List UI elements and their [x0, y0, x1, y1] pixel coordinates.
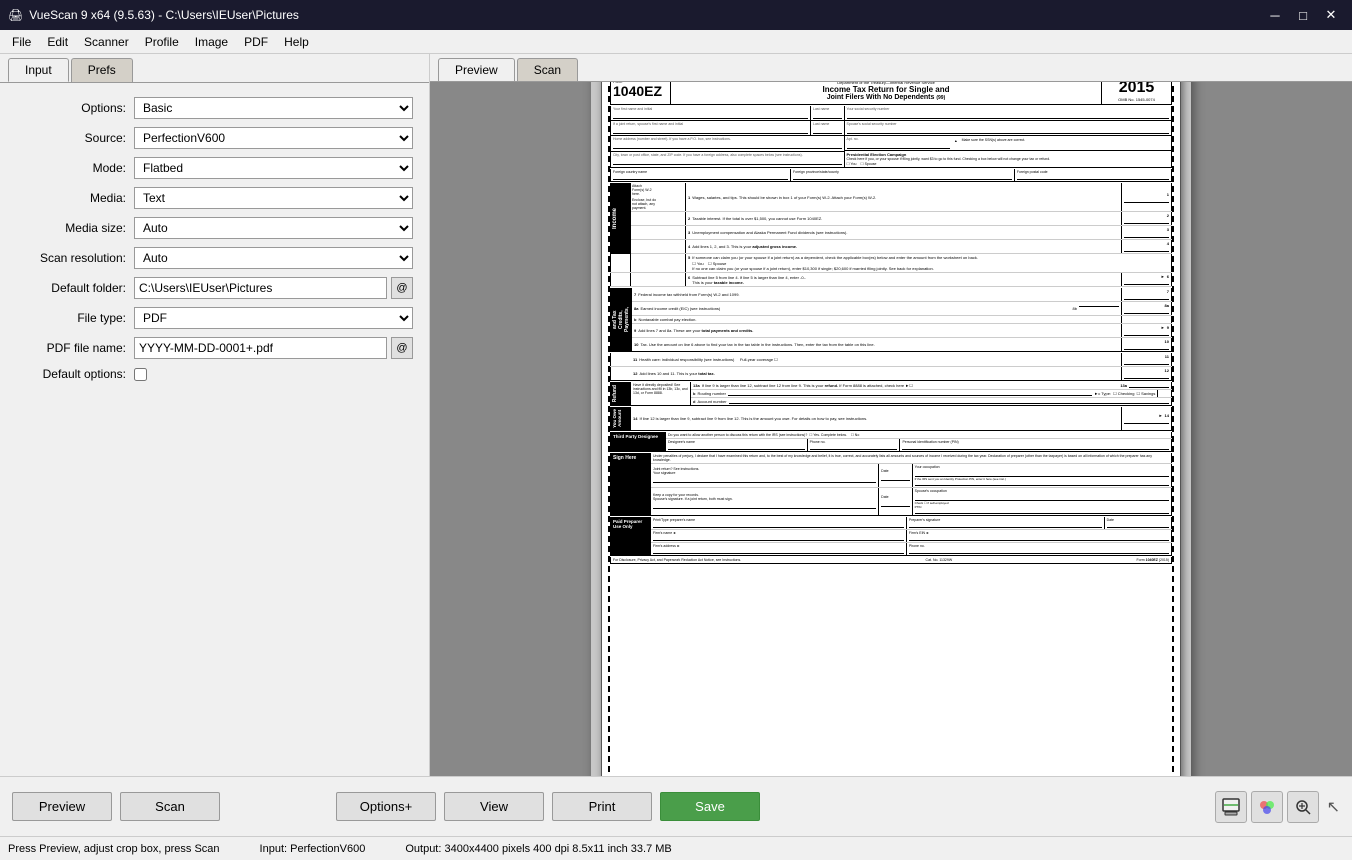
default-options-checkbox[interactable] [134, 368, 147, 381]
pdf-filename-row: PDF file name: @ [0, 333, 429, 363]
default-folder-input[interactable] [134, 277, 387, 299]
menu-bar: File Edit Scanner Profile Image PDF Help [0, 30, 1352, 54]
scan-icon-btn[interactable] [1215, 791, 1247, 823]
options-plus-button[interactable]: Options+ [336, 792, 436, 821]
color-icon-btn[interactable] [1251, 791, 1283, 823]
window-title: VueScan 9 x64 (9.5.63) - C:\Users\IEUser… [29, 8, 299, 22]
media-size-label: Media size: [16, 221, 126, 235]
main-layout: Input Prefs Options: Basic Source: Perfe… [0, 54, 1352, 776]
scan-resolution-row: Scan resolution: Auto [0, 243, 429, 273]
right-panel: Preview Scan [430, 54, 1352, 776]
menu-pdf[interactable]: PDF [236, 31, 276, 53]
status-middle: Input: PerfectionV600 [260, 843, 366, 855]
file-type-select[interactable]: PDF [134, 307, 413, 329]
tab-input-content: Options: Basic Source: PerfectionV600 [0, 82, 429, 776]
media-size-row: Media size: Auto [0, 213, 429, 243]
file-type-control: PDF [134, 307, 413, 329]
mode-label: Mode: [16, 161, 126, 175]
bottom-toolbar: Preview Scan Options+ View Print Save [0, 776, 1352, 836]
pdf-filename-label: PDF file name: [16, 341, 126, 355]
tab-preview[interactable]: Preview [438, 58, 515, 81]
default-folder-control: @ [134, 277, 413, 299]
maximize-button[interactable]: □ [1290, 5, 1316, 25]
menu-help[interactable]: Help [276, 31, 317, 53]
options-label: Options: [16, 101, 126, 115]
pdf-filename-input[interactable] [134, 337, 387, 359]
tab-prefs[interactable]: Prefs [71, 58, 133, 82]
save-button[interactable]: Save [660, 792, 760, 821]
file-type-label: File type: [16, 311, 126, 325]
default-options-row: Default options: [0, 363, 429, 385]
preview-button[interactable]: Preview [12, 792, 112, 821]
minimize-button[interactable]: ─ [1262, 5, 1288, 25]
source-row: Source: PerfectionV600 [0, 123, 429, 153]
zoom-icon-btn[interactable] [1287, 791, 1319, 823]
menu-scanner[interactable]: Scanner [76, 31, 137, 53]
tab-input[interactable]: Input [8, 58, 69, 82]
default-options-label: Default options: [16, 367, 126, 381]
print-button[interactable]: Print [552, 792, 652, 821]
options-row: Options: Basic [0, 93, 429, 123]
document-preview: Form 1040EZ Department of the Treasury—I… [601, 82, 1181, 776]
title-bar: 🖨 VueScan 9 x64 (9.5.63) - C:\Users\IEUs… [0, 0, 1352, 30]
close-button[interactable]: ✕ [1318, 5, 1344, 25]
preview-area: Form 1040EZ Department of the Treasury—I… [430, 82, 1352, 776]
default-folder-label: Default folder: [16, 281, 126, 295]
preview-tabs: Preview Scan [430, 54, 1352, 82]
left-panel: Input Prefs Options: Basic Source: Perfe… [0, 54, 430, 776]
menu-image[interactable]: Image [187, 31, 236, 53]
media-size-select[interactable]: Auto [134, 217, 413, 239]
pdf-filename-browse-button[interactable]: @ [391, 337, 413, 359]
bottom-right-icons [1215, 791, 1319, 823]
source-control: PerfectionV600 [134, 127, 413, 149]
irs-form: Form 1040EZ Department of the Treasury—I… [602, 82, 1180, 776]
view-button[interactable]: View [444, 792, 544, 821]
media-label: Media: [16, 191, 126, 205]
document-outer: Form 1040EZ Department of the Treasury—I… [591, 82, 1191, 776]
tab-scan[interactable]: Scan [517, 58, 578, 81]
default-folder-browse-button[interactable]: @ [391, 277, 413, 299]
mode-select[interactable]: Flatbed [134, 157, 413, 179]
scan-resolution-label: Scan resolution: [16, 251, 126, 265]
file-type-row: File type: PDF [0, 303, 429, 333]
media-select[interactable]: Text [134, 187, 413, 209]
menu-edit[interactable]: Edit [39, 31, 76, 53]
scan-resolution-select[interactable]: Auto [134, 247, 413, 269]
menu-file[interactable]: File [4, 31, 39, 53]
media-control: Text [134, 187, 413, 209]
menu-profile[interactable]: Profile [137, 31, 187, 53]
window-controls: ─ □ ✕ [1262, 5, 1344, 25]
options-select[interactable]: Basic [134, 97, 413, 119]
status-left: Press Preview, adjust crop box, press Sc… [8, 843, 220, 855]
pdf-filename-control: @ [134, 337, 413, 359]
status-right: Output: 3400x4400 pixels 400 dpi 8.5x11 … [405, 843, 671, 855]
mode-row: Mode: Flatbed [0, 153, 429, 183]
media-row: Media: Text [0, 183, 429, 213]
left-tabs: Input Prefs [0, 54, 429, 82]
source-label: Source: [16, 131, 126, 145]
default-options-control [134, 368, 413, 381]
scan-button[interactable]: Scan [120, 792, 220, 821]
status-bar: Press Preview, adjust crop box, press Sc… [0, 836, 1352, 860]
mode-control: Flatbed [134, 157, 413, 179]
default-folder-row: Default folder: @ [0, 273, 429, 303]
options-control: Basic [134, 97, 413, 119]
cursor-indicator: ↖ [1327, 797, 1340, 817]
media-size-control: Auto [134, 217, 413, 239]
source-select[interactable]: PerfectionV600 [134, 127, 413, 149]
scan-resolution-control: Auto [134, 247, 413, 269]
app-icon: 🖨 [8, 8, 23, 22]
